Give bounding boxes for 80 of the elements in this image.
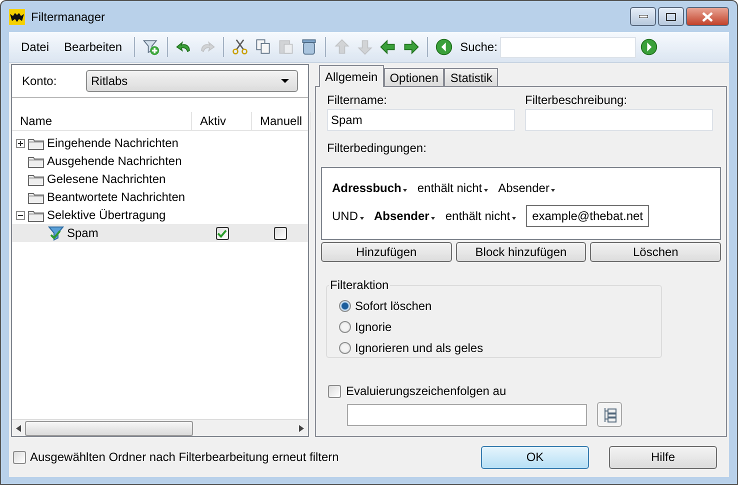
scroll-right-icon[interactable] (299, 424, 304, 432)
dropdown-caret-icon (403, 189, 408, 192)
selected-row-background[interactable]: Spam (12, 224, 308, 242)
menu-item[interactable]: Bearbeiten (58, 38, 128, 56)
condition-value-field[interactable]: example@thebat.net (526, 205, 649, 227)
radio-button[interactable] (339, 320, 351, 332)
manual-checkbox[interactable] (274, 226, 286, 240)
checkbox[interactable] (13, 450, 26, 464)
condition-dropdown[interactable]: Absender (498, 181, 556, 195)
field-label: Filterbeschreibung: (525, 93, 628, 107)
evaluation-field[interactable] (347, 404, 587, 426)
maximize-icon (666, 12, 676, 20)
collapse-icon[interactable] (16, 210, 25, 220)
radio-button[interactable] (339, 300, 351, 312)
condition-dropdown[interactable]: enthält nicht (445, 209, 516, 223)
search-field[interactable] (500, 36, 636, 58)
checkbox-label[interactable]: Ausgewählten Ordner nach Filterbearbeitung erneut filtern (30, 450, 339, 464)
dropdown-caret-icon (431, 217, 436, 220)
horizontal-scrollbar[interactable] (12, 419, 308, 436)
dialog-button[interactable]: OK (481, 446, 589, 468)
expand-icon[interactable] (16, 138, 25, 148)
radio-label[interactable]: Sofort löschen (355, 298, 432, 312)
checkbox[interactable] (328, 384, 341, 398)
account-label: Konto: (22, 74, 58, 88)
condition-dropdown[interactable]: UND (332, 209, 364, 223)
close-button[interactable] (686, 7, 729, 26)
close-icon (702, 12, 713, 22)
checkbox-label[interactable]: Evaluierungszeichenfolgen au (346, 384, 506, 398)
folder-icon (28, 136, 44, 150)
dropdown-caret-icon (484, 189, 488, 192)
tree-structure-icon[interactable] (597, 402, 622, 427)
column-header[interactable]: Aktiv (192, 112, 252, 130)
column-header[interactable]: Name (12, 112, 192, 130)
condition-button[interactable]: Hinzufügen (321, 242, 452, 262)
folder-icon (28, 208, 44, 222)
tab[interactable]: Statistik (444, 68, 498, 87)
tree-item[interactable]: Eingehende Nachrichten (47, 136, 178, 150)
tree-item[interactable]: Ausgehende Nachrichten (47, 154, 182, 168)
tab[interactable]: Optionen (384, 68, 444, 87)
group-label: Filteraktion (329, 278, 390, 292)
folder-icon (28, 190, 44, 204)
tree-item[interactable]: Spam (67, 226, 98, 240)
dropdown-caret-icon (360, 217, 364, 220)
column-header[interactable]: Manuell (252, 112, 312, 130)
menu-item[interactable]: Datei (15, 38, 56, 56)
radio-label[interactable]: Ignorie (355, 320, 392, 334)
radio-label[interactable]: Ignorieren und als geles (355, 340, 484, 354)
minimize-icon (638, 15, 648, 18)
tree-item[interactable]: Beantwortete Nachrichten (47, 190, 186, 204)
dropdown-caret-icon (551, 189, 556, 192)
dropdown-caret-icon (512, 217, 516, 220)
filter-check-icon (48, 225, 64, 241)
minimize-button[interactable] (630, 7, 656, 26)
filter-description-field[interactable] (525, 109, 713, 131)
scroll-left-icon[interactable] (16, 424, 21, 432)
condition-dropdown[interactable]: Adressbuch (332, 181, 408, 195)
condition-dropdown[interactable]: enthält nicht (417, 181, 488, 195)
condition-dropdown[interactable]: Absender (374, 209, 436, 223)
forward-circle-icon[interactable] (639, 37, 660, 57)
dropdown-caret-icon (281, 79, 289, 83)
filter-name-field[interactable]: Spam (327, 109, 515, 131)
account-dropdown[interactable]: Ritlabs (86, 70, 298, 92)
search-label: Suche: (460, 40, 498, 54)
condition-button[interactable]: Löschen (590, 242, 721, 262)
field-label: Filtername: (327, 93, 388, 107)
condition-button[interactable]: Block hinzufügen (456, 242, 586, 262)
maximize-button[interactable] (658, 7, 684, 26)
dialog-button[interactable]: Hilfe (609, 446, 717, 468)
radio-button[interactable] (339, 342, 351, 354)
back-circle-icon[interactable] (434, 37, 454, 57)
conditions-label: Filterbedingungen: (327, 141, 428, 155)
scissors-icon[interactable] (230, 37, 250, 57)
folder-icon (28, 154, 44, 168)
bat-logo-icon (9, 8, 25, 24)
tree-item[interactable]: Gelesene Nachrichten (47, 172, 166, 186)
folder-icon (28, 172, 44, 186)
tree-item[interactable]: Selektive Übertragung (47, 208, 166, 222)
active-checkbox[interactable] (216, 226, 228, 240)
tab[interactable]: Allgemein (319, 65, 384, 87)
window-title: Filtermanager (31, 10, 106, 24)
